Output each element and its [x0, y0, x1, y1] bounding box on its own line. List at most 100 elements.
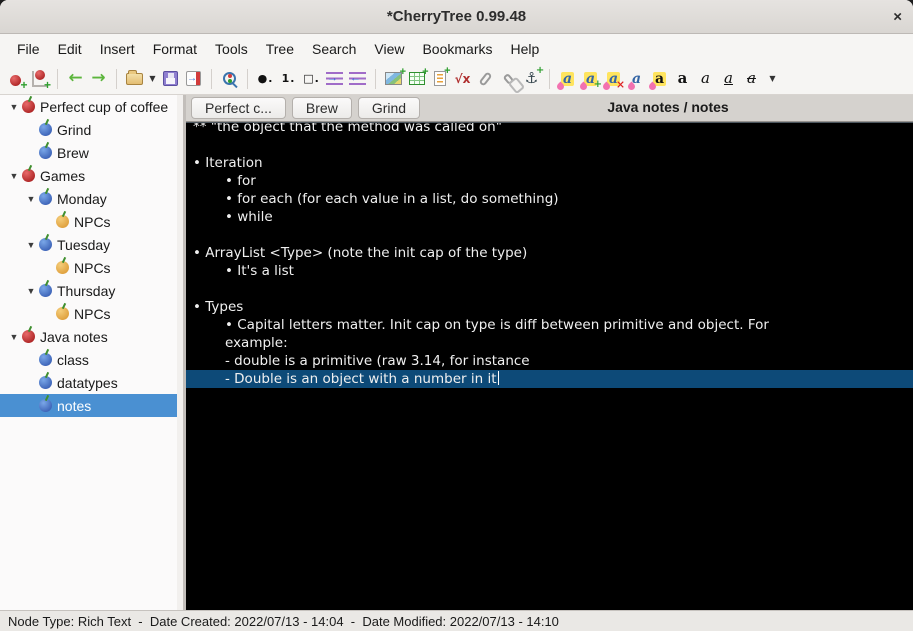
insert-codebox-icon[interactable] — [428, 65, 451, 91]
foreground-color-icon[interactable]: a — [625, 67, 648, 91]
tab-brew[interactable]: Brew — [291, 97, 352, 119]
find-icon-art — [223, 72, 236, 85]
tree-item-tuesday[interactable]: ▼ Tuesday — [0, 233, 183, 256]
insert-table-icon[interactable] — [405, 66, 429, 91]
cherry-orange-icon — [56, 215, 69, 228]
find-icon[interactable] — [218, 67, 241, 91]
open-file-dropdown-icon[interactable]: ▼ — [146, 67, 159, 91]
save-as-icon[interactable] — [182, 67, 205, 91]
editor-line[interactable] — [186, 280, 913, 298]
indent-left-icon[interactable] — [346, 67, 369, 91]
editor-line[interactable]: • for — [186, 172, 913, 190]
editor-line[interactable] — [186, 136, 913, 154]
menu-item-search[interactable]: Search — [303, 37, 365, 61]
cherry-blue-icon — [39, 284, 52, 297]
format-apply-icon[interactable]: a — [579, 67, 602, 91]
go-back-icon[interactable]: ← — [64, 67, 87, 91]
editor-line[interactable]: • Types — [186, 298, 913, 316]
new-node-icon[interactable] — [5, 67, 28, 92]
tree-item-npcs[interactable]: NPCs — [0, 302, 183, 325]
attach-file-icon[interactable] — [474, 67, 497, 91]
titlebar[interactable]: *CherryTree 0.99.48 × — [0, 0, 913, 34]
editor-line[interactable]: • Capital letters matter. Init cap on ty… — [186, 316, 913, 334]
toolbar-overflow-icon[interactable]: ▼ — [763, 67, 776, 91]
bullet-list-icon-art: ●. — [257, 72, 274, 85]
tab-perfect-c[interactable]: Perfect c... — [191, 97, 286, 119]
underline-icon-art: a — [724, 69, 733, 87]
window-title: *CherryTree 0.99.48 — [386, 8, 527, 25]
tree-item-notes[interactable]: notes — [0, 394, 183, 417]
indent-right-icon[interactable] — [323, 67, 346, 91]
close-icon[interactable]: × — [893, 9, 902, 24]
format-clear-icon[interactable]: a — [602, 67, 625, 91]
foreground-color-icon-art: a — [631, 70, 642, 87]
tree-item-label: Grind — [57, 121, 92, 138]
expander-icon[interactable]: ▼ — [23, 194, 39, 204]
menu-item-file[interactable]: File — [8, 37, 49, 61]
editor-line[interactable]: example: — [186, 334, 913, 352]
expander-icon[interactable]: ▼ — [6, 332, 22, 342]
tab-grind[interactable]: Grind — [357, 97, 421, 119]
bold-icon[interactable]: a — [671, 67, 694, 91]
tree-item-games[interactable]: ▼ Games — [0, 164, 183, 187]
editor-line-selected[interactable]: - Double is an object with a number in i… — [186, 370, 913, 388]
tree-item-thursday[interactable]: ▼ Thursday — [0, 279, 183, 302]
bold-icon-art: a — [677, 69, 688, 87]
menu-item-tools[interactable]: Tools — [206, 37, 257, 61]
insert-image-icon[interactable] — [382, 66, 406, 91]
editor-line[interactable]: • for each (for each value in a list, do… — [186, 190, 913, 208]
tree-item-perfect-cup-of-coffee[interactable]: ▼ Perfect cup of coffee — [0, 95, 183, 118]
bullet-list-icon[interactable]: ●. — [254, 67, 277, 91]
editor-line[interactable]: ** "the object that the method was calle… — [186, 123, 913, 136]
menu-item-format[interactable]: Format — [144, 37, 206, 61]
format-clear-icon-art: a — [606, 71, 625, 90]
tree-item-brew[interactable]: Brew — [0, 141, 183, 164]
format-latest-icon[interactable]: a — [556, 67, 579, 91]
insert-anchor-icon[interactable]: ⚓ — [520, 66, 545, 91]
strikethrough-icon[interactable]: a — [740, 67, 763, 91]
expander-icon[interactable]: ▼ — [6, 102, 22, 112]
save-icon[interactable] — [159, 67, 182, 91]
go-forward-icon[interactable]: → — [87, 67, 110, 91]
bookmark-button-row: Perfect c... Brew Grind Java notes / notes — [186, 95, 913, 122]
tree-item-datatypes[interactable]: datatypes — [0, 371, 183, 394]
italic-icon[interactable]: a — [694, 67, 717, 91]
editor-line[interactable] — [186, 226, 913, 244]
tree-item-class[interactable]: class — [0, 348, 183, 371]
open-file-icon[interactable] — [123, 67, 146, 91]
menu-item-tree[interactable]: Tree — [257, 37, 303, 61]
toolbar-overflow-icon-art: ▼ — [769, 73, 776, 83]
todo-list-icon[interactable]: □. — [300, 67, 323, 91]
menu-item-help[interactable]: Help — [502, 37, 549, 61]
editor-line[interactable]: • while — [186, 208, 913, 226]
editor-line[interactable]: • Iteration — [186, 154, 913, 172]
tree-item-monday[interactable]: ▼ Monday — [0, 187, 183, 210]
menu-item-bookmarks[interactable]: Bookmarks — [413, 37, 501, 61]
expander-icon[interactable]: ▼ — [23, 286, 39, 296]
editor-line-text: • Types — [193, 299, 244, 315]
underline-icon[interactable]: a — [717, 67, 740, 91]
main-area: ▼ Perfect cup of coffee Grind Brew ▼ Games ▼ Mo… — [0, 95, 913, 610]
menu-item-insert[interactable]: Insert — [91, 37, 144, 61]
tree-item-npcs[interactable]: NPCs — [0, 256, 183, 279]
tree-item-grind[interactable]: Grind — [0, 118, 183, 141]
editor-line[interactable]: - double is a primitive (raw 3.14, for i… — [186, 352, 913, 370]
new-subnode-icon[interactable] — [28, 67, 51, 92]
editor-line[interactable]: • It's a list — [186, 262, 913, 280]
insert-formula-icon[interactable]: √x — [451, 67, 474, 91]
rich-text-editor[interactable]: ** "the object that the method was calle… — [186, 122, 913, 610]
menu-item-edit[interactable]: Edit — [49, 37, 91, 61]
cherrytree-window: *CherryTree 0.99.48 × File Edit Insert Form… — [0, 0, 913, 631]
insert-link-icon[interactable] — [497, 67, 520, 91]
expander-icon[interactable]: ▼ — [23, 240, 39, 250]
editor-line[interactable]: • ArrayList <Type> (note the init cap of… — [186, 244, 913, 262]
editor-column: Perfect c... Brew Grind Java notes / notes… — [186, 95, 913, 610]
tree-item-java-notes[interactable]: ▼ Java notes — [0, 325, 183, 348]
tree-item-npcs[interactable]: NPCs — [0, 210, 183, 233]
expander-icon[interactable]: ▼ — [6, 171, 22, 181]
menu-item-view[interactable]: View — [365, 37, 413, 61]
background-color-icon[interactable]: a — [648, 67, 671, 91]
cherry-red-icon — [22, 330, 35, 343]
node-tree-panel[interactable]: ▼ Perfect cup of coffee Grind Brew ▼ Games ▼ Mo… — [0, 95, 183, 610]
numbered-list-icon[interactable]: 1. — [277, 67, 300, 91]
